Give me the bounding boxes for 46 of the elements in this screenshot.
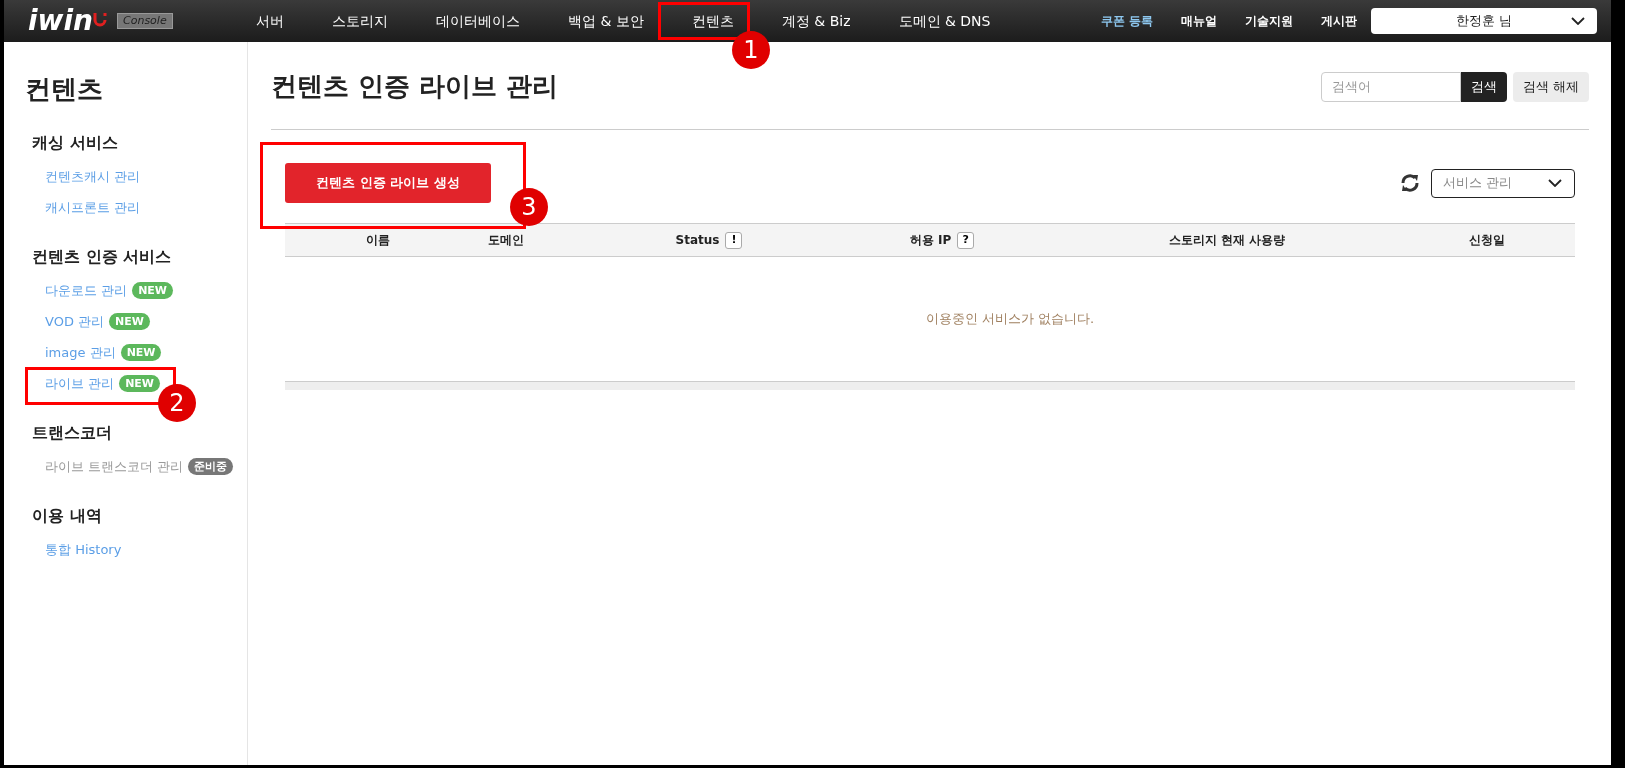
chevron-icon: [1571, 17, 1585, 25]
column-header: 이름: [366, 232, 390, 249]
refresh-icon[interactable]: [1399, 172, 1421, 194]
header-link[interactable]: 매뉴얼: [1181, 12, 1217, 30]
nav-item[interactable]: 스토리지: [332, 10, 388, 32]
column-header: 스토리지 현재 사용량: [1168, 232, 1286, 249]
badge: NEW: [120, 344, 162, 361]
badge: NEW: [119, 375, 160, 392]
search-field[interactable]: 검색어: [1320, 71, 1461, 102]
step-marker: 2: [158, 384, 196, 422]
help-icon[interactable]: ?: [957, 231, 975, 249]
column-header: 도메인: [488, 232, 524, 249]
nav-item[interactable]: 백업 & 보안: [568, 10, 644, 32]
sidebar-title: 컨텐츠: [25, 73, 104, 106]
header-link[interactable]: 기술지원: [1245, 12, 1293, 30]
search-button[interactable]: 검색: [1460, 71, 1507, 102]
user-dropdown[interactable]: 한정훈 님: [1371, 8, 1597, 34]
help-icon[interactable]: !: [725, 231, 743, 249]
badge: 준비중: [188, 458, 234, 475]
nav-item[interactable]: 계정 & Biz: [781, 10, 851, 32]
column-header: Status: [675, 232, 720, 249]
smile-icon: [93, 11, 107, 27]
section-heading: 컨텐츠 인증 서비스: [31, 246, 173, 268]
create-button[interactable]: 컨텐츠 인증 라이브 생성: [285, 163, 491, 203]
console-badge: Console: [117, 13, 173, 29]
empty-message: 이용중인 서비스가 없습니다.: [925, 310, 1095, 329]
section-heading: 캐싱 서비스: [31, 132, 119, 154]
badge: NEW: [109, 313, 150, 330]
page-title: 컨텐츠 인증 라이브 관리: [271, 70, 559, 103]
chevron-icon: [1548, 179, 1562, 187]
nav-item[interactable]: 서버: [256, 10, 284, 32]
step-marker: 3: [510, 188, 548, 226]
column-header: 허용 IP: [909, 232, 952, 249]
section-heading: 이용 내역: [31, 505, 103, 527]
badge: NEW: [132, 282, 173, 299]
step-marker: 1: [732, 31, 770, 69]
nav-item[interactable]: 도메인 & DNS: [898, 10, 991, 32]
logo[interactable]: iwin: [28, 7, 93, 35]
column-header: 신청일: [1469, 232, 1505, 249]
service-dropdown[interactable]: 서비스 관리: [1431, 168, 1575, 198]
header-link[interactable]: 쿠폰 등록: [1100, 12, 1153, 30]
section-heading: 트랜스코더: [31, 422, 113, 444]
nav-item[interactable]: 데이터베이스: [436, 10, 520, 32]
clear-search-button[interactable]: 검색 해제: [1512, 71, 1589, 102]
header-link[interactable]: 게시판: [1321, 12, 1357, 30]
nav-item[interactable]: 컨텐츠: [691, 10, 734, 32]
